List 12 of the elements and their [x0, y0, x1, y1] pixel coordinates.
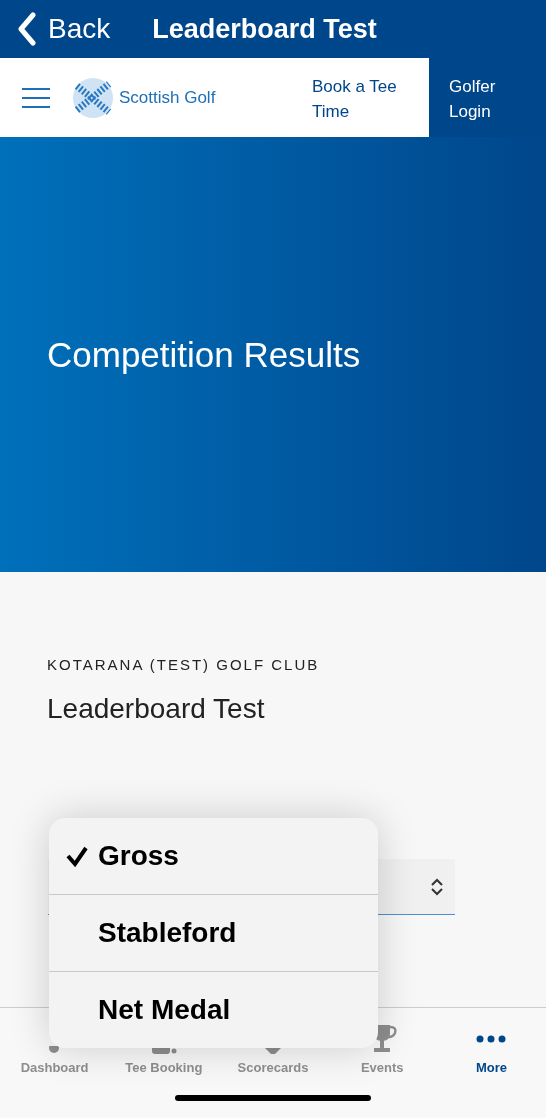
dropdown-option[interactable]: Stableford [49, 894, 378, 971]
dropdown-option[interactable]: Net Medal [49, 971, 378, 1048]
screen-title: Leaderboard Test [152, 13, 377, 45]
tab[interactable]: More [436, 1024, 546, 1075]
competition-title: Leaderboard Test [47, 693, 266, 725]
hero-title: Competition Results [47, 334, 361, 375]
logo-text: Scottish Golf [119, 87, 216, 108]
header-link[interactable]: Golfer Login [429, 58, 546, 137]
dropdown-option[interactable]: Gross [49, 818, 378, 894]
header-link[interactable]: Book a Tee Time [300, 58, 417, 137]
back-button[interactable]: Back [16, 12, 111, 46]
club-name: KOTARANA (TEST) GOLF CLUB [47, 656, 321, 673]
